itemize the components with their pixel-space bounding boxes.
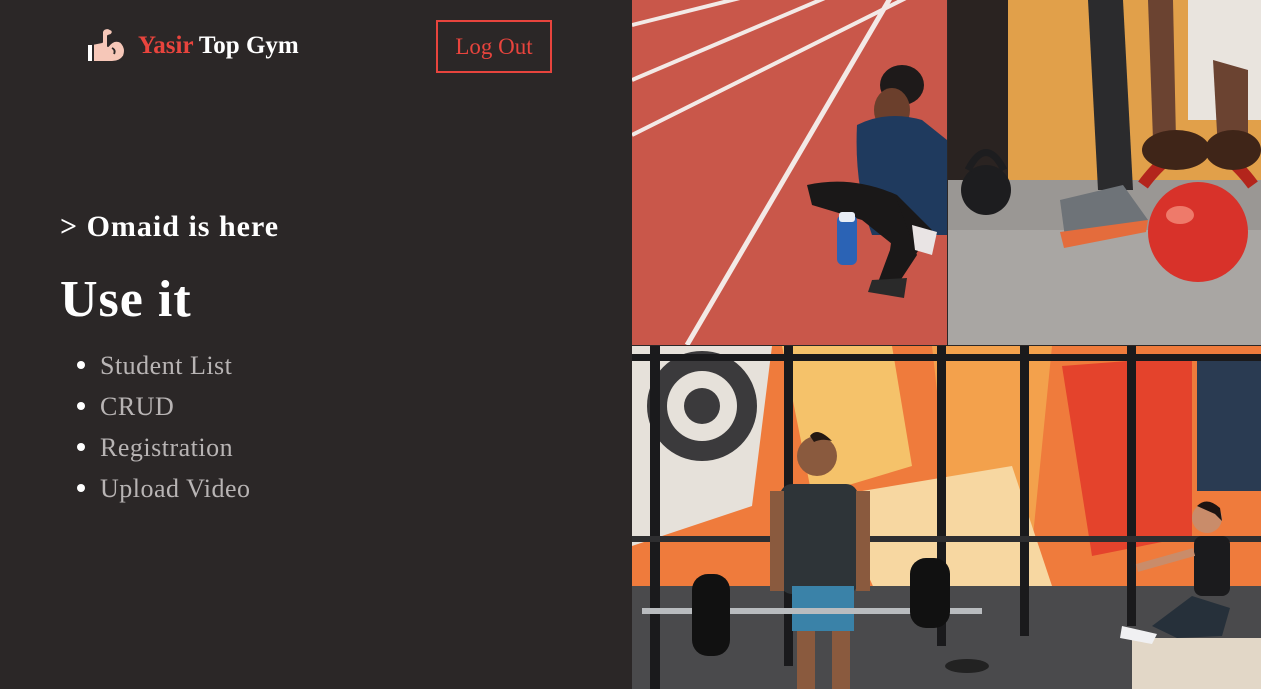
brand-name: Yasir Top Gym [138,32,299,60]
photo-gallery [632,0,1261,689]
bullet-icon [77,361,85,369]
feature-menu: Student List CRUD Registration Upload Vi… [77,345,251,509]
menu-item-student-list[interactable]: Student List [77,345,251,386]
menu-item-label: CRUD [100,392,175,421]
menu-item-upload-video[interactable]: Upload Video [77,468,251,509]
bullet-icon [77,484,85,492]
brand-name-rest: Top Gym [198,32,299,59]
hero-tagline: > Omaid is here [60,210,280,243]
menu-item-label: Upload Video [100,474,251,503]
menu-item-crud[interactable]: CRUD [77,386,251,427]
running-track-photo [632,0,947,345]
logout-button[interactable]: Log Out [436,20,552,73]
brand[interactable]: Yasir Top Gym [84,24,299,68]
menu-item-registration[interactable]: Registration [77,427,251,468]
left-panel: Yasir Top Gym Log Out > Omaid is here Us… [0,0,632,689]
menu-item-label: Student List [100,351,233,380]
bullet-icon [77,402,85,410]
brand-name-accent: Yasir [138,32,194,59]
hero-headline: Use it [60,271,192,328]
barbell-gym-photo [632,346,1261,689]
flexed-arm-icon [84,24,128,68]
menu-item-label: Registration [100,433,234,462]
kettlebell-photo [948,0,1261,345]
bullet-icon [77,443,85,451]
